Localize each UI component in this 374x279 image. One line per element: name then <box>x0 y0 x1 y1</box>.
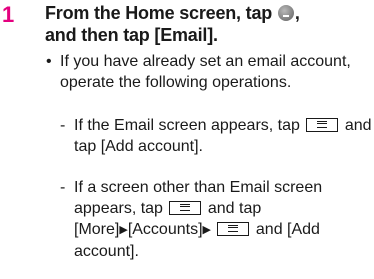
bullet-dot: • <box>46 53 52 70</box>
bullet-text: If you have already set an email account… <box>60 53 351 91</box>
apps-icon <box>277 5 294 21</box>
sub-item-dash: - <box>60 117 66 134</box>
step-heading: From the Home screen, tap , and then tap… <box>45 2 370 46</box>
bullet-item: • If you have already set an email accou… <box>46 51 370 93</box>
arrow-icon: ▶ <box>119 224 128 236</box>
sub-item-other-screen: - If a screen other than Email screen ap… <box>60 177 374 262</box>
sub-item-dash: - <box>60 179 66 196</box>
menu-key-icon <box>306 118 339 132</box>
heading-text-1: From the Home screen, tap <box>45 3 273 23</box>
sub-item-text-pre: If the Email screen appears, tap <box>74 117 300 134</box>
sub-item-email-screen: - If the Email screen appears, tap and t… <box>60 115 374 157</box>
menu-key-icon <box>217 222 250 236</box>
heading-comma: , <box>294 3 300 23</box>
heading-text-2: and then tap [Email]. <box>45 25 218 45</box>
step-number: 1 <box>2 2 15 27</box>
sub-item-text-mid2: [Accounts] <box>127 221 203 238</box>
arrow-icon: ▶ <box>202 224 211 236</box>
menu-key-icon <box>169 201 202 215</box>
